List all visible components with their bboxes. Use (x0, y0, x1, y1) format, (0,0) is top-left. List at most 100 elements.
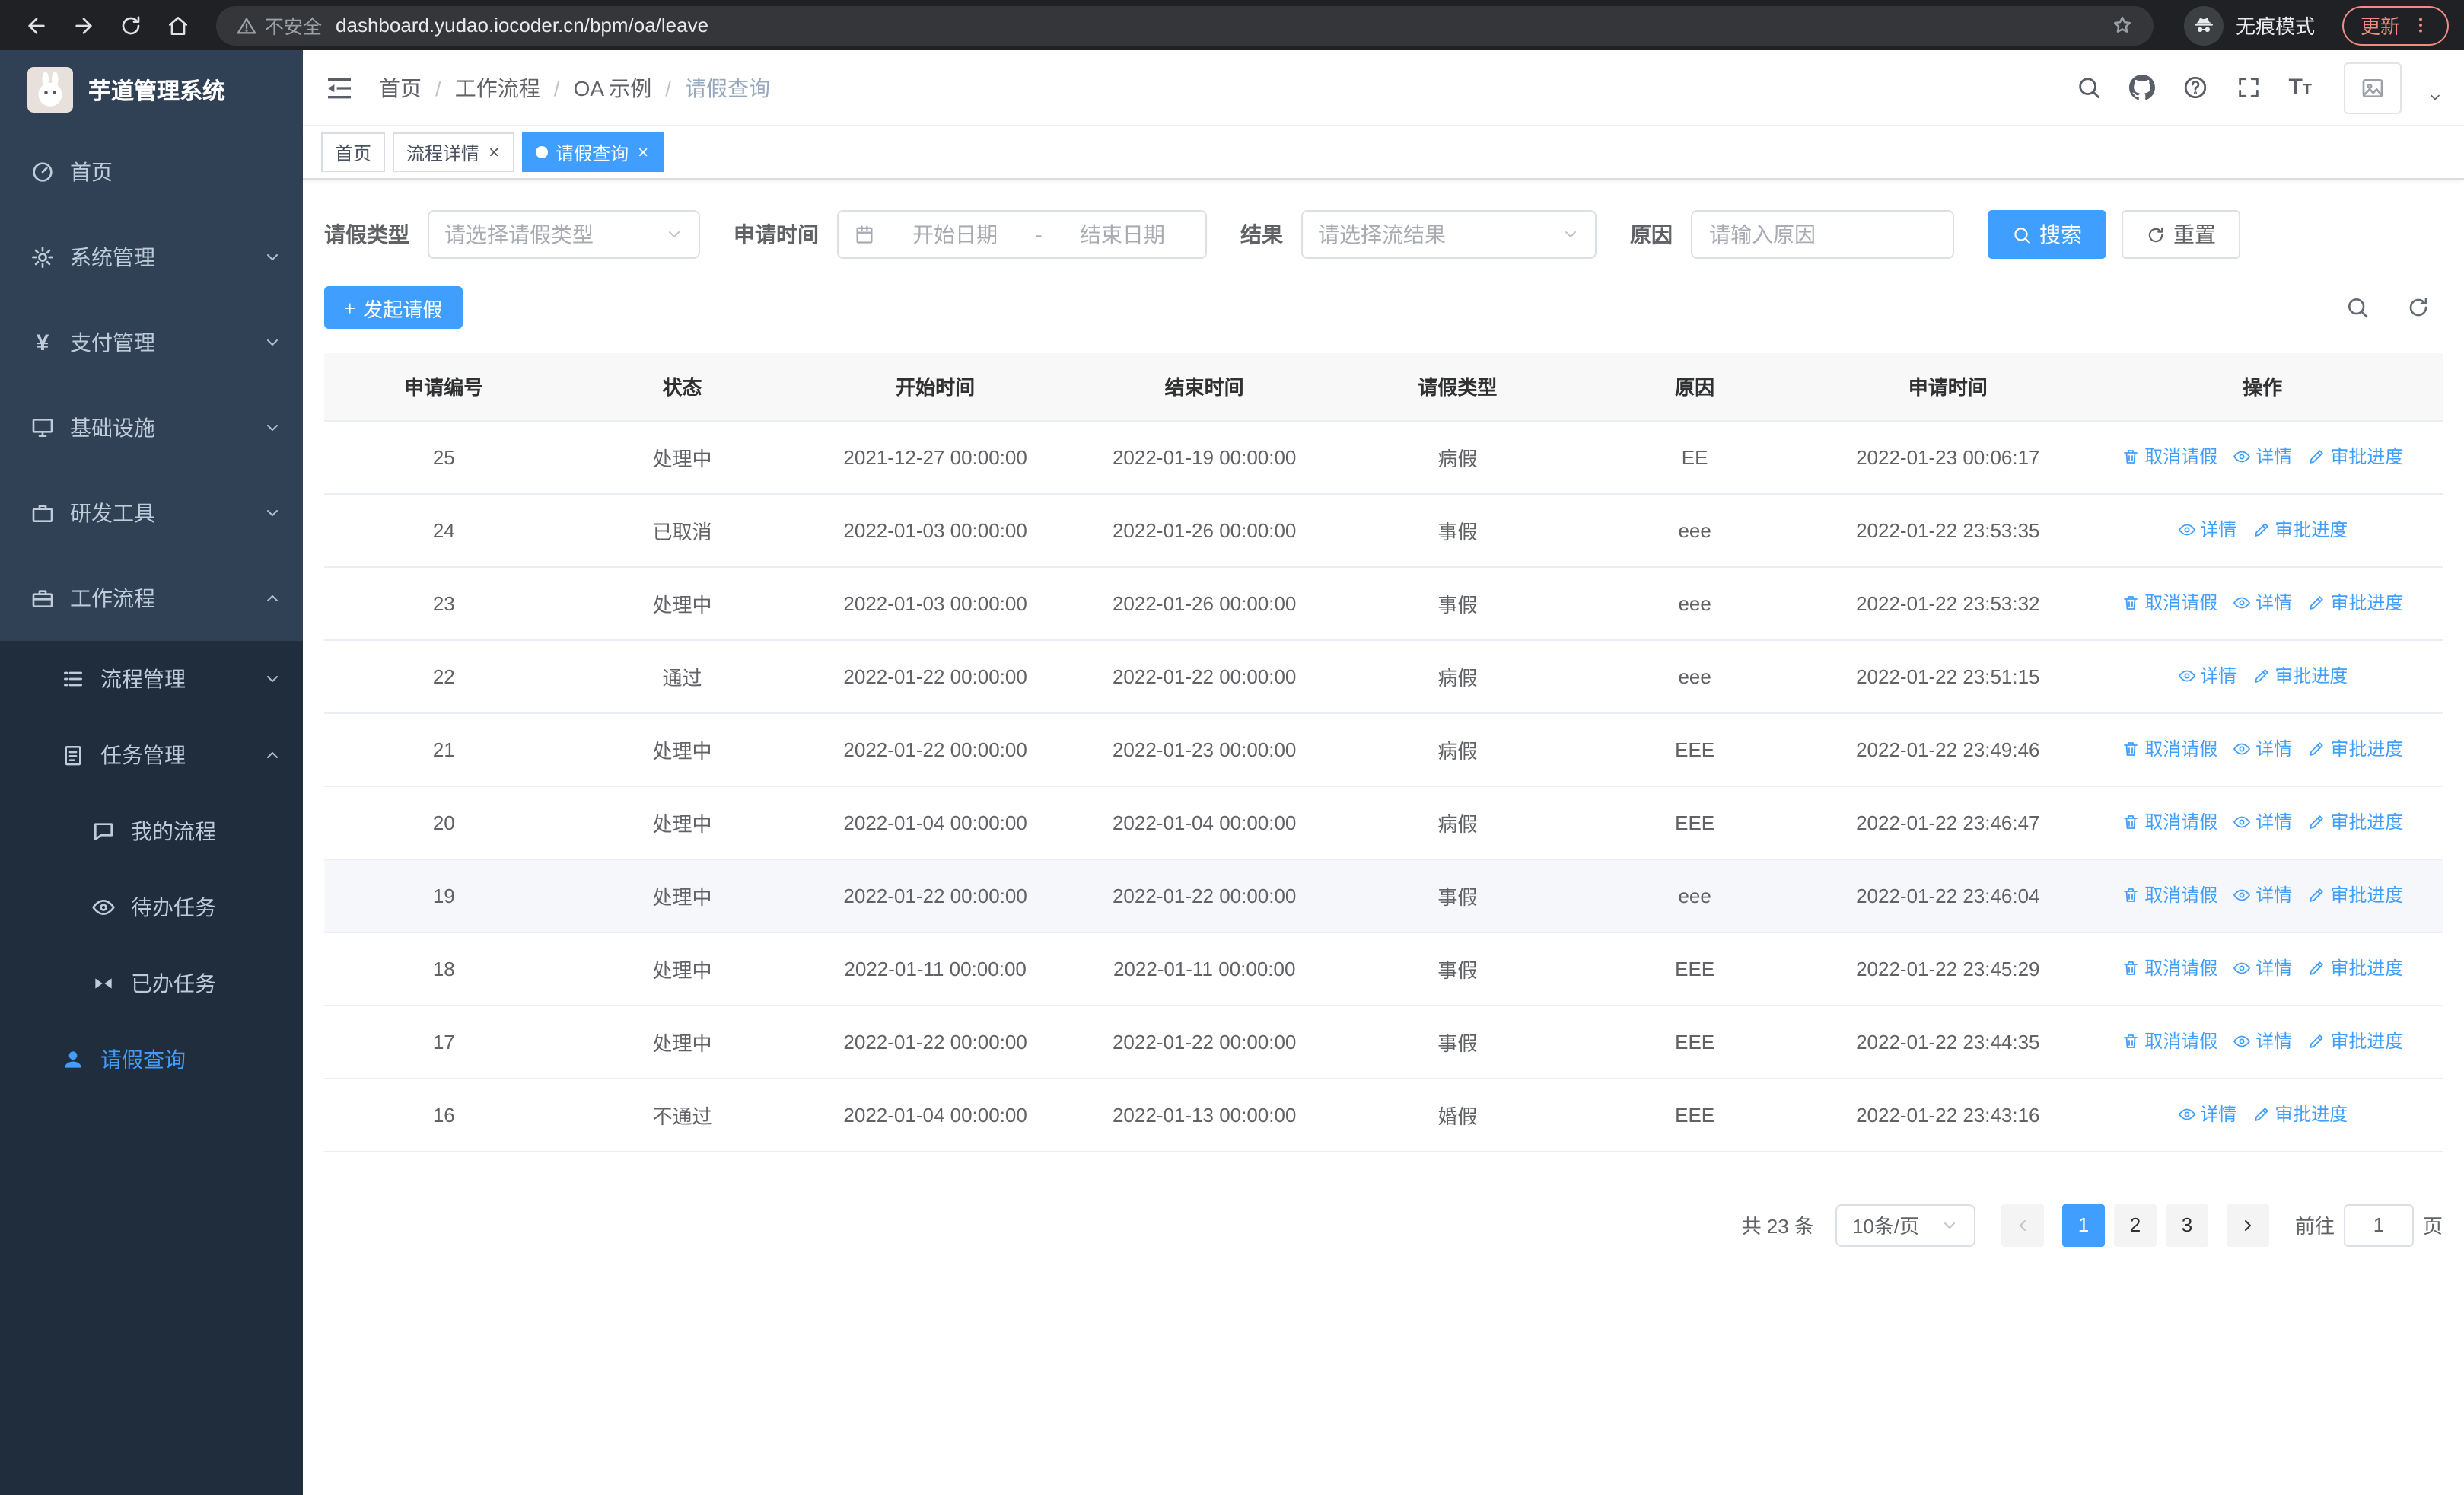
cancel-leave-link[interactable]: 取消请假 (2122, 444, 2217, 470)
detail-link[interactable]: 详情 (2233, 444, 2292, 470)
github-icon[interactable] (2128, 74, 2156, 101)
chevron-down-icon (267, 510, 278, 516)
approval-progress-link[interactable]: 审批进度 (2252, 517, 2348, 543)
goto-page-input[interactable] (2343, 1203, 2414, 1246)
breadcrumb-oa-example[interactable]: OA 示例 (574, 72, 652, 103)
approval-progress-link[interactable]: 审批进度 (2307, 882, 2403, 908)
chevron-down-icon[interactable] (2427, 89, 2443, 104)
detail-link[interactable]: 详情 (2233, 590, 2292, 616)
bookmark-star-icon[interactable] (2111, 14, 2134, 37)
leave-type-label: 请假类型 (324, 222, 409, 247)
search-button[interactable]: 搜索 (1988, 210, 2106, 259)
refresh-icon[interactable] (2406, 295, 2431, 320)
result-select[interactable]: 请选择流结果 (1301, 210, 1597, 259)
detail-link[interactable]: 详情 (2233, 882, 2292, 908)
address-bar[interactable]: 不安全 dashboard.yudao.iocoder.cn/bpm/oa/le… (216, 5, 2154, 45)
tag-label: 首页 (335, 142, 372, 164)
breadcrumb-workflow[interactable]: 工作流程 (455, 72, 540, 103)
apply-time-label: 申请时间 (734, 222, 819, 247)
font-size-icon[interactable]: TT (2288, 75, 2312, 100)
browser-forward-button[interactable] (62, 5, 103, 46)
column-header-id: 申请编号 (324, 353, 564, 421)
detail-link[interactable]: 详情 (2177, 517, 2236, 543)
approval-progress-link[interactable]: 审批进度 (2252, 663, 2348, 689)
browser-back-button[interactable] (15, 5, 56, 46)
reset-button[interactable]: 重置 (2122, 210, 2240, 259)
approval-progress-link[interactable]: 审批进度 (2307, 444, 2403, 470)
detail-link[interactable]: 详情 (2177, 1101, 2236, 1127)
sidebar-item-workflow[interactable]: 工作流程 (0, 556, 303, 641)
tag-process-detail[interactable]: 流程详情 × (393, 132, 515, 172)
user-avatar[interactable] (2344, 62, 2402, 113)
search-icon[interactable] (2075, 74, 2103, 101)
detail-link[interactable]: 详情 (2233, 809, 2292, 835)
tag-leave-query[interactable]: 请假查询 × (522, 132, 664, 172)
detail-link[interactable]: 详情 (2233, 736, 2292, 762)
sidebar-item-label: 已办任务 (131, 971, 216, 996)
approval-progress-link[interactable]: 审批进度 (2307, 809, 2403, 835)
reason-label: 原因 (1630, 222, 1673, 247)
fullscreen-icon[interactable] (2235, 74, 2262, 101)
page-button-1[interactable]: 1 (2061, 1203, 2105, 1246)
create-leave-button[interactable]: + 发起请假 (324, 286, 463, 329)
cancel-leave-link[interactable]: 取消请假 (2122, 1028, 2217, 1054)
sidebar-collapse-icon[interactable] (324, 72, 355, 103)
cancel-leave-link[interactable]: 取消请假 (2122, 736, 2217, 762)
sidebar-item-infra[interactable]: 基础设施 (0, 385, 303, 470)
approval-progress-link[interactable]: 审批进度 (2307, 736, 2403, 762)
approval-progress-link[interactable]: 审批进度 (2307, 1028, 2403, 1054)
breadcrumb-home[interactable]: 首页 (379, 72, 422, 103)
browser-update-button[interactable]: 更新 (2341, 5, 2449, 45)
approval-progress-link[interactable]: 审批进度 (2307, 590, 2403, 616)
site-security-chip[interactable]: 不安全 (236, 11, 322, 40)
help-icon[interactable] (2182, 74, 2209, 101)
detail-link[interactable]: 详情 (2233, 955, 2292, 981)
sidebar-item-leave-query[interactable]: 请假查询 (0, 1022, 303, 1098)
page-button-3[interactable]: 3 (2165, 1203, 2208, 1246)
breadcrumb-separator: / (665, 75, 672, 100)
sidebar-item-done-tasks[interactable]: 已办任务 (0, 945, 303, 1022)
sidebar-item-task-mgmt[interactable]: 任务管理 (0, 717, 303, 793)
start-date-placeholder: 开始日期 (912, 222, 998, 247)
close-icon[interactable]: × (636, 143, 650, 161)
table-row: 20 处理中 2022-01-04 00:00:00 2022-01-04 00:00… (324, 786, 2443, 859)
sidebar-item-devtools[interactable]: 研发工具 (0, 470, 303, 556)
browser-home-button[interactable] (157, 5, 198, 46)
cancel-leave-link[interactable]: 取消请假 (2122, 590, 2217, 616)
approval-progress-link[interactable]: 审批进度 (2252, 1101, 2348, 1127)
cancel-leave-link[interactable]: 取消请假 (2122, 882, 2217, 908)
refresh-icon (2148, 226, 2163, 242)
cancel-leave-link[interactable]: 取消请假 (2122, 955, 2217, 981)
tag-home[interactable]: 首页 (321, 132, 386, 172)
detail-link[interactable]: 详情 (2233, 1028, 2292, 1054)
app-logo[interactable]: 芋道管理系统 (0, 50, 303, 129)
browser-refresh-button[interactable] (110, 5, 151, 46)
sidebar-item-system[interactable]: 系统管理 (0, 215, 303, 300)
sidebar-item-todo-tasks[interactable]: 待办任务 (0, 869, 303, 945)
reason-input[interactable] (1691, 210, 1954, 259)
cell-id: 18 (324, 932, 564, 1006)
sidebar-item-home[interactable]: 首页 (0, 129, 303, 215)
sidebar-item-payment[interactable]: ¥ 支付管理 (0, 300, 303, 385)
close-icon[interactable]: × (487, 143, 501, 161)
cancel-leave-link[interactable]: 取消请假 (2122, 809, 2217, 835)
detail-link[interactable]: 详情 (2177, 663, 2236, 689)
sidebar-item-process-mgmt[interactable]: 流程管理 (0, 641, 303, 717)
cell-leave-type: 事假 (1339, 566, 1577, 640)
toggle-search-icon[interactable] (2345, 295, 2370, 320)
column-header-status: 状态 (563, 353, 801, 421)
cell-end-time: 2022-01-04 00:00:00 (1069, 786, 1339, 859)
kebab-menu-icon[interactable] (2411, 15, 2431, 35)
cell-reason: eee (1576, 566, 1814, 640)
cell-reason: EEE (1576, 786, 1814, 859)
cell-apply-time: 2022-01-23 00:06:17 (1813, 420, 2083, 494)
approval-progress-link[interactable]: 审批进度 (2307, 955, 2403, 981)
sidebar-item-my-process[interactable]: 我的流程 (0, 793, 303, 869)
leave-type-select[interactable]: 请选择请假类型 (428, 210, 700, 259)
cell-id: 23 (324, 566, 564, 640)
prev-page-button[interactable] (2001, 1203, 2044, 1246)
page-button-2[interactable]: 2 (2113, 1203, 2157, 1246)
page-size-select[interactable]: 10条/页 (1835, 1203, 1975, 1246)
apply-time-range-picker[interactable]: 开始日期 - 结束日期 (837, 210, 1207, 259)
next-page-button[interactable] (2226, 1203, 2269, 1246)
